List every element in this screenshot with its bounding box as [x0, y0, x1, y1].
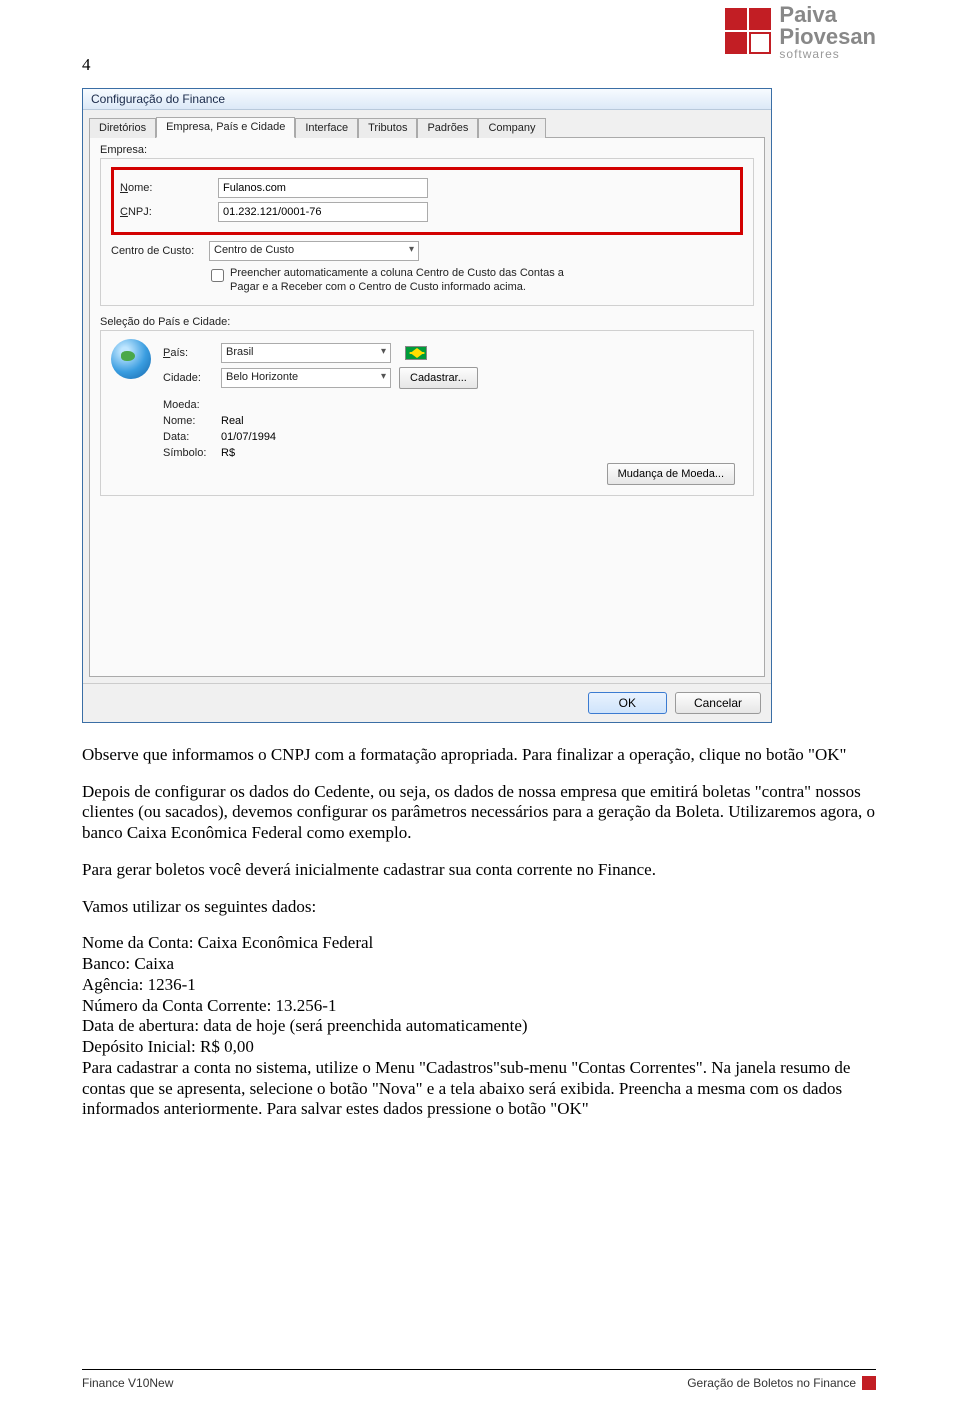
nome-input[interactable]: [218, 178, 428, 198]
moeda-label: Moeda:: [163, 399, 213, 411]
paragraph: Para gerar boletos você deverá inicialme…: [82, 860, 876, 881]
window-title: Configuração do Finance: [83, 89, 771, 110]
page-footer: Finance V10New Geração de Boletos no Fin…: [82, 1376, 876, 1390]
paragraph: Depósito Inicial: R$ 0,00: [82, 1037, 876, 1058]
centro-custo-combo[interactable]: Centro de Custo: [209, 241, 419, 261]
pais-label: País:: [163, 347, 213, 359]
globe-icon: [111, 339, 151, 379]
paragraph: Data de abertura: data de hoje (será pre…: [82, 1016, 876, 1037]
tab-diretorios[interactable]: Diretórios: [89, 118, 156, 138]
paragraph: Vamos utilizar os seguintes dados:: [82, 897, 876, 918]
paragraph: Nome da Conta: Caixa Econômica Federal: [82, 933, 876, 954]
centro-custo-label: Centro de Custo:: [111, 245, 201, 257]
tab-panel: Empresa: Nome: CNPJ: Centro de Custo: Ce…: [89, 137, 765, 677]
tab-padroes[interactable]: Padrões: [417, 118, 478, 138]
moeda-simbolo-value: R$: [221, 447, 235, 459]
cancel-button[interactable]: Cancelar: [675, 692, 761, 714]
tab-bar: Diretórios Empresa, País e Cidade Interf…: [83, 110, 771, 137]
brand-mark-icon: [725, 8, 773, 56]
pais-cidade-group-label: Seleção do País e Cidade:: [100, 316, 754, 328]
paragraph: Observe que informamos o CNPJ com a form…: [82, 745, 876, 766]
tab-empresa-pais-cidade[interactable]: Empresa, País e Cidade: [156, 117, 295, 138]
moeda-data-value: 01/07/1994: [221, 431, 276, 443]
tab-company[interactable]: Company: [478, 118, 545, 138]
nome-label: Nome:: [120, 182, 210, 194]
cnpj-label: CNPJ:: [120, 206, 210, 218]
paragraph: Número da Conta Corrente: 13.256-1: [82, 996, 876, 1017]
footer-right: Geração de Boletos no Finance: [687, 1376, 856, 1390]
moeda-nome-label: Nome:: [163, 415, 213, 427]
highlight-annotation: Nome: CNPJ:: [111, 167, 743, 235]
moeda-nome-value: Real: [221, 415, 244, 427]
mudanca-moeda-button[interactable]: Mudança de Moeda...: [607, 463, 735, 485]
brazil-flag-icon: [405, 346, 427, 360]
ok-button[interactable]: OK: [588, 692, 667, 714]
tab-interface[interactable]: Interface: [295, 118, 358, 138]
moeda-simbolo-label: Símbolo:: [163, 447, 213, 459]
document-body: Observe que informamos o CNPJ com a form…: [82, 745, 876, 1120]
paragraph: Para cadastrar a conta no sistema, utili…: [82, 1058, 876, 1120]
preencher-auto-checkbox[interactable]: [211, 269, 224, 282]
empresa-group: Nome: CNPJ: Centro de Custo: Centro de C…: [100, 158, 754, 306]
cadastrar-button[interactable]: Cadastrar...: [399, 367, 478, 389]
paragraph: Depois de configurar os dados do Cedente…: [82, 782, 876, 844]
moeda-data-label: Data:: [163, 431, 213, 443]
config-window: Configuração do Finance Diretórios Empre…: [82, 88, 772, 723]
paragraph: Agência: 1236-1: [82, 975, 876, 996]
paragraph: Banco: Caixa: [82, 954, 876, 975]
footer-left: Finance V10New: [82, 1376, 173, 1390]
empresa-group-label: Empresa:: [100, 144, 754, 156]
cidade-combo[interactable]: Belo Horizonte: [221, 368, 391, 388]
footer-mark-icon: [862, 1376, 876, 1390]
dialog-button-row: OK Cancelar: [83, 683, 771, 722]
cnpj-input[interactable]: [218, 202, 428, 222]
brand-text: Paiva Piovesan softwares: [779, 4, 876, 60]
cidade-label: Cidade:: [163, 372, 213, 384]
brand-logo: Paiva Piovesan softwares: [725, 4, 876, 60]
page-number: 4: [82, 55, 91, 75]
preencher-auto-label: Preencher automaticamente a coluna Centr…: [230, 267, 571, 295]
pais-cidade-group: País: Brasil Cidade: Belo Horizonte Cada…: [100, 330, 754, 496]
footer-rule: [82, 1369, 876, 1370]
tab-tributos[interactable]: Tributos: [358, 118, 417, 138]
pais-combo[interactable]: Brasil: [221, 343, 391, 363]
